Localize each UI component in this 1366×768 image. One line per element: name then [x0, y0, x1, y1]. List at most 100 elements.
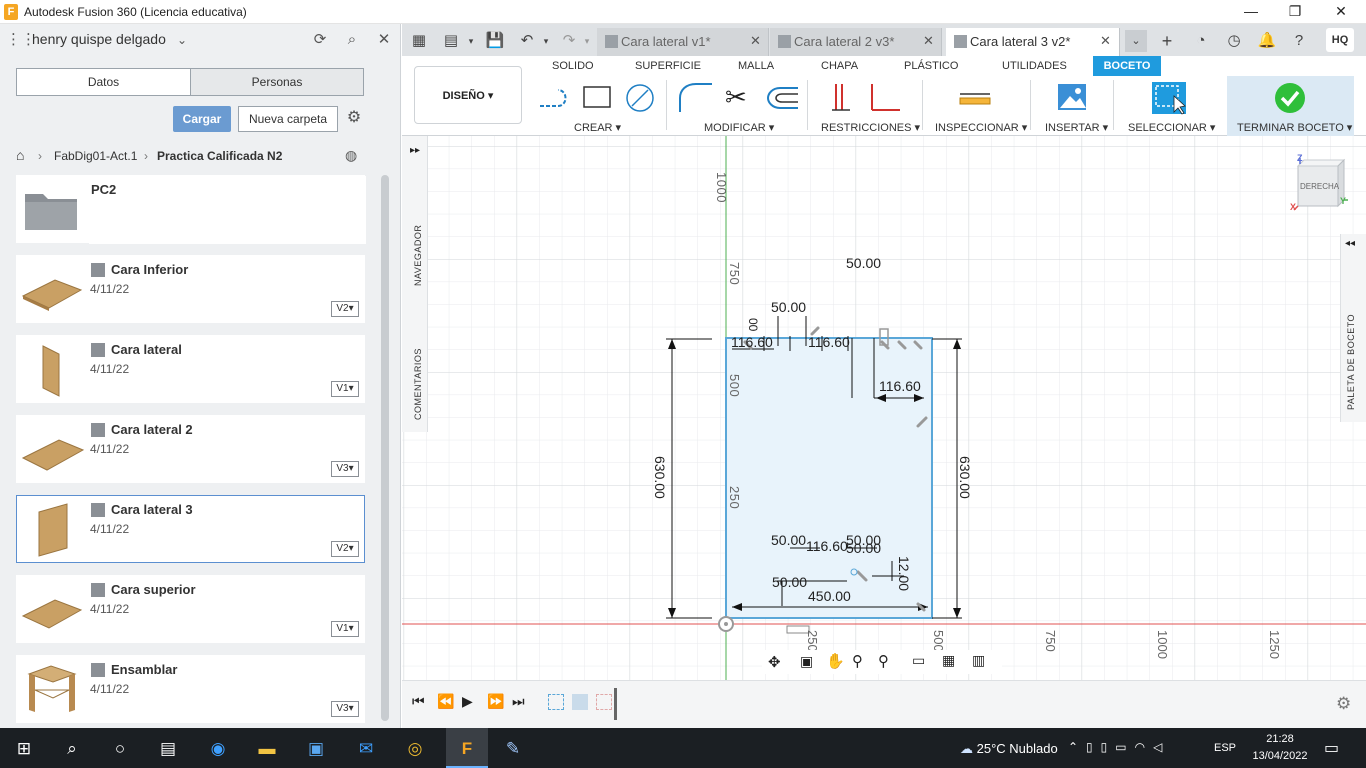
tab-utilidades[interactable]: UTILIDADES — [1002, 60, 1067, 72]
dimension-label[interactable]: 116.60 — [731, 334, 773, 350]
dimension-label[interactable]: 450.00 — [808, 588, 851, 604]
new-folder-button[interactable]: Nueva carpeta — [238, 106, 338, 132]
user-name[interactable]: henry quispe delgado — [32, 31, 166, 47]
circle-icon[interactable] — [624, 82, 656, 114]
navigator-tab[interactable]: NAVEGADOR — [413, 225, 423, 286]
chevron-down-icon[interactable]: ⌄ — [172, 30, 192, 50]
coincident-constraint-icon[interactable] — [830, 82, 852, 114]
orbit-icon[interactable]: ✥ — [768, 653, 781, 671]
version-badge[interactable]: V1▾ — [331, 621, 359, 637]
new-tab-icon[interactable]: + — [1156, 30, 1178, 52]
close-tab-icon[interactable]: ✕ — [750, 33, 761, 49]
tab-boceto[interactable]: BOCETO — [1093, 56, 1161, 76]
group-insertar[interactable]: INSERTAR ▾ — [1045, 121, 1108, 134]
tab-chapa[interactable]: CHAPA — [821, 60, 858, 72]
dimension-label[interactable]: 50.00 — [846, 255, 881, 271]
close-tab-icon[interactable]: ✕ — [1100, 33, 1111, 49]
version-badge[interactable]: V2▾ — [331, 541, 359, 557]
group-terminar-boceto[interactable]: TERMINAR BOCETO ▾ — [1237, 121, 1352, 134]
upload-button[interactable]: Cargar — [173, 106, 231, 132]
look-at-icon[interactable]: ▣ — [800, 653, 813, 670]
fit-icon[interactable]: ⚲ — [878, 652, 889, 670]
chevron-down-icon[interactable]: ▾ — [460, 30, 482, 52]
group-crear[interactable]: CREAR ▾ — [574, 121, 621, 134]
breadcrumb-project[interactable]: FabDig01-Act.1 — [54, 149, 137, 163]
dimension-label[interactable]: 630.00 — [652, 456, 668, 499]
notifications-icon[interactable]: ▭ — [1324, 738, 1339, 758]
tab-datos[interactable]: Datos — [17, 69, 190, 95]
paint-icon[interactable]: ✎ — [500, 736, 526, 762]
scrollbar[interactable] — [381, 175, 389, 721]
rectangle-icon[interactable] — [582, 84, 614, 110]
language-indicator[interactable]: ESP — [1214, 742, 1236, 754]
timeline-end-icon[interactable]: ⏭ — [512, 693, 525, 710]
offset-icon[interactable] — [764, 84, 800, 112]
version-badge[interactable]: V1▾ — [331, 381, 359, 397]
dimension-label[interactable]: 116.60 — [806, 538, 848, 554]
timeline-play-icon[interactable]: ▶ — [462, 693, 473, 710]
tab-solido[interactable]: SOLIDO — [552, 60, 594, 72]
group-restricciones[interactable]: RESTRICCIONES ▾ — [821, 121, 920, 134]
save-icon[interactable]: 💾 — [484, 30, 506, 52]
edge-icon[interactable]: ◉ — [205, 736, 231, 762]
list-item[interactable]: Ensamblar 4/11/22 V3▾ — [16, 655, 365, 723]
collapse-panel-icon[interactable]: ◂◂ — [1345, 238, 1355, 249]
globe-icon[interactable]: ◍ — [345, 147, 357, 164]
group-modificar[interactable]: MODIFICAR ▾ — [704, 121, 774, 134]
job-status-icon[interactable]: ◷ — [1223, 30, 1245, 52]
timeline-feature-sketch[interactable] — [548, 694, 564, 710]
timeline-feature-extrude[interactable] — [572, 694, 588, 710]
task-view-icon[interactable]: ▤ — [155, 736, 181, 762]
select-icon[interactable] — [1150, 80, 1188, 116]
mail-icon[interactable]: ✉ — [353, 736, 379, 762]
file-icon[interactable]: ▤ — [440, 30, 462, 52]
viewcube-face-label[interactable]: DERECHA — [1300, 182, 1339, 191]
version-badge[interactable]: V2▾ — [331, 301, 359, 317]
extensions-icon[interactable]: ◔ — [1190, 30, 1212, 52]
measure-icon[interactable] — [958, 88, 992, 108]
dimension-label[interactable]: 00 — [746, 318, 760, 331]
chevron-down-icon[interactable]: ▾ — [535, 30, 557, 52]
home-icon[interactable]: ⌂ — [16, 147, 24, 163]
dimension-label[interactable]: 630.00 — [957, 456, 973, 499]
grid-apps-icon[interactable]: ▦ — [408, 30, 430, 52]
store-icon[interactable]: ▣ — [303, 736, 329, 762]
breadcrumb-folder[interactable]: Practica Calificada N2 — [157, 149, 282, 163]
close-panel-icon[interactable]: ✕ — [374, 30, 394, 50]
version-badge[interactable]: V3▾ — [331, 701, 359, 717]
minimize-button[interactable]: — — [1228, 0, 1274, 24]
list-item[interactable]: Cara superior 4/11/22 V1▾ — [16, 575, 365, 643]
chevron-down-icon[interactable]: ⌄ — [1125, 30, 1147, 52]
dimension-label[interactable]: 50.00 — [771, 299, 806, 315]
tab-malla[interactable]: MALLA — [738, 60, 774, 72]
file-explorer-icon[interactable]: ▬ — [254, 736, 280, 762]
workspace-dropdown[interactable]: DISEÑO ▾ — [414, 66, 522, 124]
insert-image-icon[interactable] — [1056, 82, 1088, 112]
expand-panel-icon[interactable]: ▸▸ — [410, 145, 420, 156]
close-tab-icon[interactable]: ✕ — [923, 33, 934, 49]
maximize-button[interactable]: ❐ — [1272, 0, 1318, 24]
timeline-feature-sketch[interactable] — [596, 694, 612, 710]
list-item[interactable]: Cara Inferior 4/11/22 V2▾ — [16, 255, 365, 323]
tab-personas[interactable]: Personas — [190, 69, 363, 95]
fusion-icon[interactable]: F — [454, 736, 480, 762]
dimension-label[interactable]: 50.00 — [846, 540, 881, 556]
group-seleccionar[interactable]: SELECCIONAR ▾ — [1128, 121, 1215, 134]
perpendicular-constraint-icon[interactable] — [866, 82, 902, 114]
refresh-icon[interactable]: ⟳ — [310, 30, 330, 50]
list-item[interactable]: Cara lateral 4/11/22 V1▾ — [16, 335, 365, 403]
tab-superficie[interactable]: SUPERFICIE — [635, 60, 701, 72]
comments-tab[interactable]: COMENTARIOS — [413, 348, 423, 420]
grid-settings-icon[interactable]: ▦ — [942, 652, 955, 669]
timeline-next-icon[interactable]: ⏩ — [487, 693, 504, 710]
timeline-start-icon[interactable]: ⏮ — [412, 693, 425, 710]
close-button[interactable]: ✕ — [1318, 0, 1364, 24]
cortana-icon[interactable]: ○ — [107, 736, 133, 762]
trim-scissors-icon[interactable]: ✂ — [725, 82, 747, 113]
tab-cara-lateral-2-v3[interactable]: Cara lateral 2 v3* ✕ — [770, 28, 942, 56]
dimension-label[interactable]: 50.00 — [772, 574, 807, 590]
search-icon[interactable]: ⌕ — [342, 30, 362, 50]
gear-icon[interactable]: ⚙ — [344, 108, 364, 128]
gear-icon[interactable]: ⚙ — [1336, 694, 1351, 714]
weather-widget[interactable]: ☁ 25°C Nublado — [960, 741, 1058, 757]
